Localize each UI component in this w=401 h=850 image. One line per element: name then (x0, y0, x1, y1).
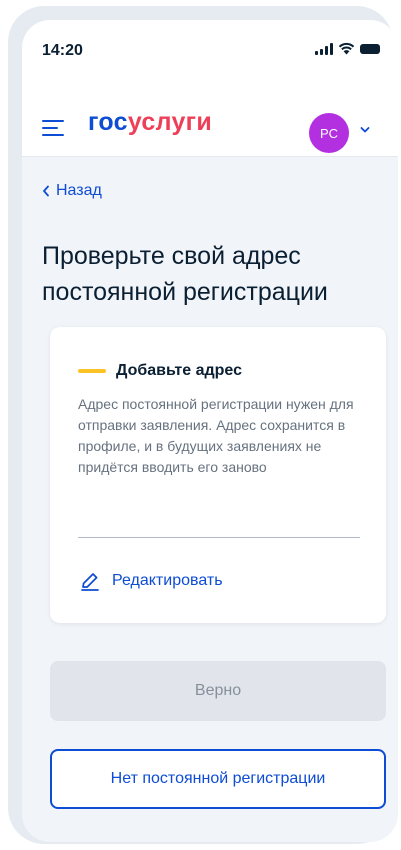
address-card: Добавьте адрес Адрес постоянной регистра… (50, 327, 386, 623)
status-time: 14:20 (42, 42, 83, 59)
chevron-down-icon[interactable] (359, 124, 371, 136)
no-registration-button[interactable]: Нет постоянной регистрации (50, 749, 386, 809)
app-header: 14:20 госуслуги PC (22, 20, 398, 157)
confirm-button[interactable]: Верно (50, 661, 386, 721)
card-heading: Добавьте адрес (116, 362, 243, 379)
card-header: Добавьте адрес (78, 362, 242, 380)
avatar[interactable]: PC (309, 113, 349, 153)
app-screen: 14:20 госуслуги PC Назад Проверьте свой … (22, 20, 398, 842)
wifi-icon (338, 42, 355, 55)
status-icons (315, 42, 380, 55)
battery-icon (360, 43, 380, 54)
card-divider (78, 537, 360, 538)
back-link[interactable]: Назад (42, 182, 102, 200)
logo-part-gos: гос (88, 108, 128, 136)
back-label: Назад (56, 182, 102, 199)
chevron-left-icon (43, 185, 49, 197)
pencil-icon (81, 573, 99, 591)
gosuslugi-logo[interactable]: госуслуги (88, 108, 212, 137)
edit-label: Редактировать (112, 572, 223, 589)
card-description: Адрес постоянной регистрации нужен для о… (78, 396, 354, 475)
signal-icon (315, 42, 333, 55)
edit-address-button[interactable]: Редактировать (80, 571, 223, 591)
logo-part-uslugi: услуги (127, 108, 213, 136)
hamburger-icon[interactable] (42, 120, 64, 141)
yellow-accent-bar (78, 369, 106, 373)
phone-frame: 14:20 госуслуги PC Назад Проверьте свой … (8, 6, 398, 844)
page-title: Проверьте свой адрес постоянной регистра… (42, 242, 328, 306)
